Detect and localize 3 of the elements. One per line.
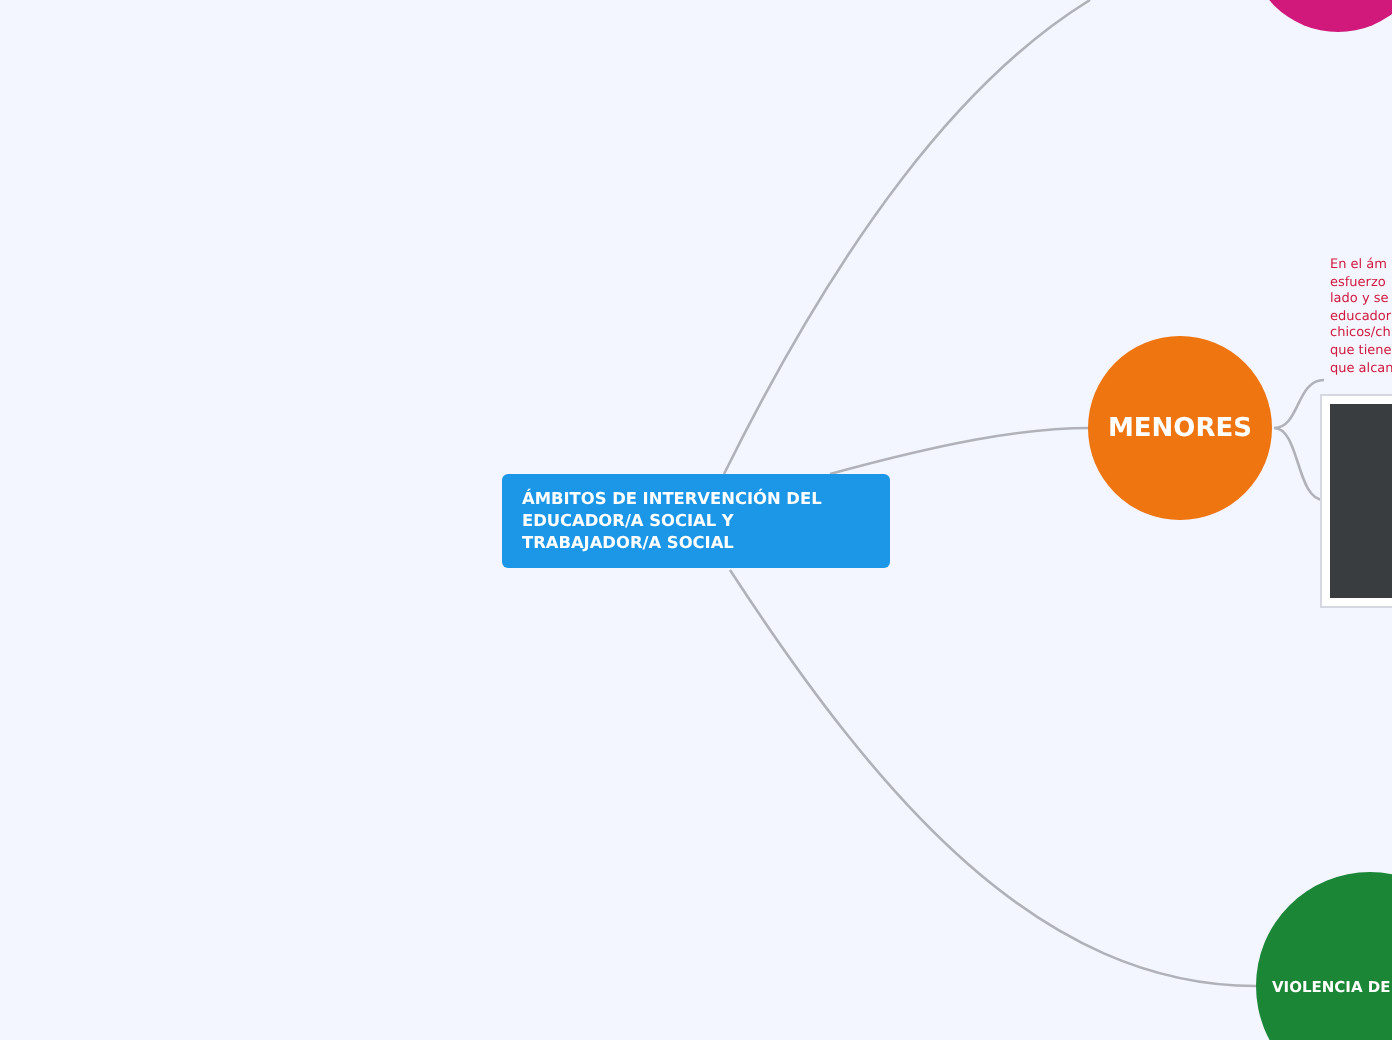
connector-line: [1272, 378, 1326, 502]
central-topic[interactable]: ÁMBITOS DE INTERVENCIÓN DEL EDUCADOR/A SOCIAL Y TRABAJADOR/A SOCIAL: [502, 474, 890, 568]
topic-node[interactable]: MENORES: [1088, 336, 1272, 520]
